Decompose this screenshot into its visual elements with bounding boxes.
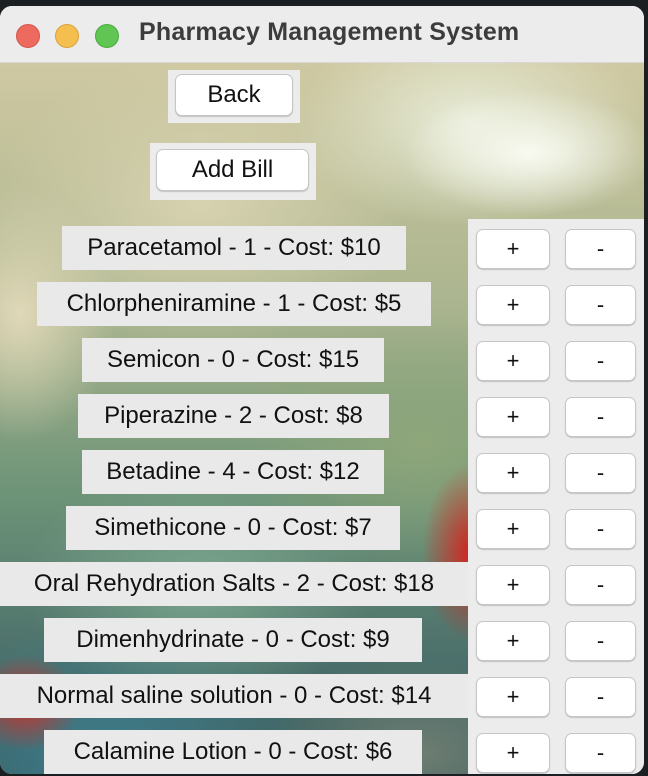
zoom-window-button[interactable] [95, 24, 119, 48]
title-bar: Pharmacy Management System [0, 6, 644, 63]
medicine-item-label: Paracetamol - 1 - Cost: $10 [62, 226, 406, 270]
increase-quantity-button[interactable]: + [476, 677, 550, 717]
decrease-quantity-button[interactable]: - [565, 509, 636, 549]
window-title: Pharmacy Management System [139, 18, 520, 46]
decrease-quantity-button[interactable]: - [565, 733, 636, 773]
medicine-item-label: Betadine - 4 - Cost: $12 [82, 450, 384, 494]
medicine-item-label: Dimenhydrinate - 0 - Cost: $9 [44, 618, 422, 662]
medicine-item-label: Oral Rehydration Salts - 2 - Cost: $18 [0, 562, 468, 606]
increase-quantity-button[interactable]: + [476, 229, 550, 269]
increase-quantity-button[interactable]: + [476, 341, 550, 381]
increase-quantity-button[interactable]: + [476, 509, 550, 549]
decrease-quantity-button[interactable]: - [565, 341, 636, 381]
decrease-quantity-button[interactable]: - [565, 453, 636, 493]
increase-quantity-button[interactable]: + [476, 621, 550, 661]
increase-quantity-button[interactable]: + [476, 397, 550, 437]
medicine-item-label: Normal saline solution - 0 - Cost: $14 [0, 674, 468, 718]
decrease-quantity-button[interactable]: - [565, 229, 636, 269]
increase-quantity-button[interactable]: + [476, 733, 550, 773]
decrease-quantity-button[interactable]: - [565, 285, 636, 325]
decrease-quantity-button[interactable]: - [565, 677, 636, 717]
increase-quantity-button[interactable]: + [476, 453, 550, 493]
decrease-quantity-button[interactable]: - [565, 397, 636, 437]
medicine-item-label: Semicon - 0 - Cost: $15 [82, 338, 384, 382]
decrease-quantity-button[interactable]: - [565, 621, 636, 661]
back-button[interactable]: Back [175, 74, 293, 116]
content-area: Back Add Bill Paracetamol - 1 - Cost: $1… [0, 63, 644, 774]
medicine-item-label: Piperazine - 2 - Cost: $8 [78, 394, 389, 438]
increase-quantity-button[interactable]: + [476, 285, 550, 325]
decrease-quantity-button[interactable]: - [565, 565, 636, 605]
medicine-item-label: Calamine Lotion - 0 - Cost: $6 [44, 730, 422, 774]
close-window-button[interactable] [16, 24, 40, 48]
medicine-item-label: Chlorpheniramine - 1 - Cost: $5 [37, 282, 431, 326]
minimize-window-button[interactable] [55, 24, 79, 48]
app-window: Pharmacy Management System Back Add Bill… [0, 6, 644, 774]
medicine-item-label: Simethicone - 0 - Cost: $7 [66, 506, 400, 550]
increase-quantity-button[interactable]: + [476, 565, 550, 605]
add-bill-button[interactable]: Add Bill [156, 149, 309, 191]
